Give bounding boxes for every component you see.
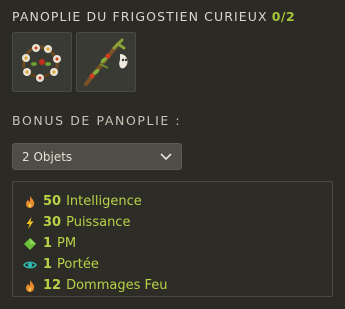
bonus-label: PM (57, 236, 77, 251)
set-item-count: 0/2 (271, 9, 296, 24)
set-title-text: PANOPLIE DU FRIGOSTIEN CURIEUX (12, 9, 268, 24)
bonus-row-puissance: 30 Puissance (23, 212, 332, 233)
bonus-label: Portée (57, 257, 99, 272)
bonus-row-pm: 1 PM (23, 233, 332, 254)
bonus-value: 30 (43, 215, 62, 230)
fire-icon (23, 195, 37, 209)
bonus-value: 1 (43, 257, 53, 272)
bonus-label: Puissance (66, 215, 131, 230)
bonus-item-count-select[interactable]: 2 Objets (12, 143, 182, 170)
eye-icon (23, 258, 37, 272)
bonus-row-portee: 1 Portée (23, 254, 332, 275)
set-item-staff[interactable] (76, 32, 136, 92)
forked-staff-icon (84, 38, 128, 86)
bonus-value: 12 (43, 278, 62, 293)
bonus-item-count-value: 2 Objets (22, 149, 73, 164)
bonus-list: 50 Intelligence 30 Puissance 1 PM 1 Port… (12, 181, 333, 297)
bonus-section-label: BONUS DE PANOPLIE : (12, 113, 182, 128)
set-title: PANOPLIE DU FRIGOSTIEN CURIEUX 0/2 (12, 9, 295, 24)
bonus-label: Intelligence (66, 194, 142, 209)
fire-icon (23, 279, 37, 293)
lightning-icon (23, 216, 37, 230)
bonus-label: Dommages Feu (66, 278, 168, 293)
set-item-amulet[interactable] (12, 32, 72, 92)
chevron-down-icon (160, 152, 172, 160)
diamond-icon (23, 237, 37, 251)
set-items (12, 32, 136, 92)
bonus-row-dommages-feu: 12 Dommages Feu (23, 275, 332, 296)
bonus-value: 50 (43, 194, 62, 209)
bonus-row-intelligence: 50 Intelligence (23, 191, 332, 212)
bonus-value: 1 (43, 236, 53, 251)
flower-garland-amulet-icon (22, 44, 61, 82)
